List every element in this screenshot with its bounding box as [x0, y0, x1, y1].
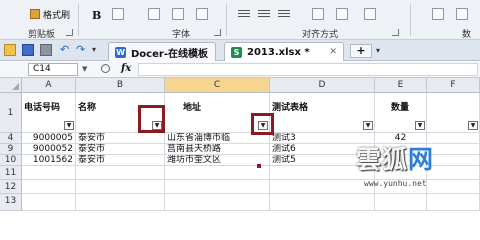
cell-b11[interactable]: [76, 166, 165, 180]
watermark-logo: 雲狐网 www.yunhu.net: [356, 140, 480, 200]
undo-icon[interactable]: ↶: [60, 43, 72, 56]
redo-icon[interactable]: ↷: [76, 43, 88, 56]
document-tab-bar: ↶ ↷ ▾ W Docer-在线模板 S 2013.xlsx * ✕ + ▾: [0, 40, 480, 61]
border-icon[interactable]: [148, 8, 160, 20]
column-header-d[interactable]: D: [270, 78, 375, 93]
row-header-9[interactable]: 9: [0, 144, 22, 155]
header-cell-test-table[interactable]: 测试表格: [270, 93, 375, 133]
cell-a10[interactable]: 1001562: [22, 155, 76, 166]
align-right-icon[interactable]: [278, 10, 290, 19]
formula-input[interactable]: [138, 63, 478, 76]
save-icon[interactable]: [22, 44, 34, 56]
column-header-b[interactable]: B: [76, 78, 165, 93]
cell-c11[interactable]: [165, 166, 270, 180]
column-header-e[interactable]: E: [375, 78, 427, 93]
row-header-10[interactable]: 10: [0, 155, 22, 166]
name-box-dropdown-icon[interactable]: ▼: [82, 65, 87, 73]
fill-handle[interactable]: [257, 164, 261, 168]
cell-a9[interactable]: 9000052: [22, 144, 76, 155]
filter-dropdown-e[interactable]: ▼: [415, 121, 425, 130]
ribbon: 格式刷 B 剪贴板 字体 对齐方式 数: [0, 0, 480, 40]
insert-function-button[interactable]: fx: [121, 63, 131, 74]
indent-icon[interactable]: [364, 8, 376, 20]
group-label-alignment: 对齐方式: [302, 30, 339, 40]
number-format-icon[interactable]: [432, 8, 444, 20]
quick-access-dropdown-icon[interactable]: ▾: [92, 45, 104, 57]
cell-b10[interactable]: 泰安市: [76, 155, 165, 166]
filter-dropdown-d[interactable]: ▼: [363, 121, 373, 130]
name-box[interactable]: C14: [28, 63, 78, 76]
font-color-icon[interactable]: [196, 8, 208, 20]
highlight-box-filter-b: [138, 105, 165, 133]
cell-c9[interactable]: 莒南县天桥路: [165, 144, 270, 155]
open-folder-icon[interactable]: [4, 44, 16, 56]
alignment-launcher-icon[interactable]: [392, 29, 399, 36]
group-divider: [410, 4, 411, 36]
tab-label: 2013.xlsx *: [247, 46, 310, 58]
cell-b13[interactable]: [76, 194, 165, 211]
cell-c10[interactable]: 潍坊市奎文区: [165, 155, 270, 166]
tab-label: Docer-在线模板: [131, 48, 208, 60]
align-center-icon[interactable]: [258, 10, 270, 19]
cell-c12[interactable]: [165, 180, 270, 194]
cell-a13[interactable]: [22, 194, 76, 211]
group-label-font: 字体: [172, 30, 191, 40]
cell-c13[interactable]: [165, 194, 270, 211]
merge-icon[interactable]: [312, 8, 324, 20]
group-divider: [226, 4, 227, 36]
bold-button[interactable]: B: [92, 9, 101, 22]
row-header-12[interactable]: 12: [0, 180, 22, 194]
column-header-a[interactable]: A: [22, 78, 76, 93]
zoom-search-icon[interactable]: [101, 64, 110, 73]
new-tab-button[interactable]: +: [350, 44, 372, 58]
row-header-1[interactable]: 1: [0, 93, 22, 133]
spreadsheet-icon: S: [231, 46, 242, 58]
formula-bar: C14 ▼ fx: [0, 62, 480, 78]
format-painter-label: 格式刷: [43, 10, 71, 21]
fill-color-icon[interactable]: [172, 8, 184, 20]
cell-a12[interactable]: [22, 180, 76, 194]
highlight-box-filter-c: [251, 113, 274, 135]
new-tab-dropdown-icon[interactable]: ▾: [376, 46, 380, 55]
row-header-13[interactable]: 13: [0, 194, 22, 211]
filter-dropdown-a[interactable]: ▼: [64, 121, 74, 130]
cell-b9[interactable]: 泰安市: [76, 144, 165, 155]
close-tab-icon[interactable]: ✕: [329, 47, 337, 57]
wps-writer-icon: W: [115, 46, 126, 58]
cell-b12[interactable]: [76, 180, 165, 194]
group-label-clipboard: 剪贴板: [28, 30, 56, 40]
select-all-corner[interactable]: [0, 78, 22, 93]
row-header-4[interactable]: 4: [0, 133, 22, 144]
column-header-c[interactable]: C: [165, 78, 270, 93]
format-painter-icon: [30, 9, 40, 19]
cell-a4[interactable]: 9000005: [22, 133, 76, 144]
percent-icon[interactable]: [456, 8, 468, 20]
italic-icon[interactable]: [112, 8, 124, 20]
row-header-11[interactable]: 11: [0, 166, 22, 180]
cell-a11[interactable]: [22, 166, 76, 180]
watermark-brand: 雲狐网: [356, 145, 435, 174]
align-left-icon[interactable]: [238, 10, 250, 19]
tab-docer-templates[interactable]: W Docer-在线模板: [108, 42, 216, 61]
filter-dropdown-f[interactable]: ▼: [468, 121, 478, 130]
group-label-number: 数: [462, 30, 472, 40]
font-launcher-icon[interactable]: [214, 29, 221, 36]
watermark-url: www.yunhu.net: [364, 179, 427, 188]
format-painter-button[interactable]: 格式刷: [30, 7, 70, 21]
print-icon[interactable]: [40, 44, 52, 56]
column-header-f[interactable]: F: [427, 78, 480, 93]
group-divider: [78, 4, 79, 36]
cell-b4[interactable]: 泰安市: [76, 133, 165, 144]
wrap-text-icon[interactable]: [336, 8, 348, 20]
tab-2013-xlsx[interactable]: S 2013.xlsx * ✕: [224, 42, 344, 61]
clipboard-launcher-icon[interactable]: [66, 29, 73, 36]
